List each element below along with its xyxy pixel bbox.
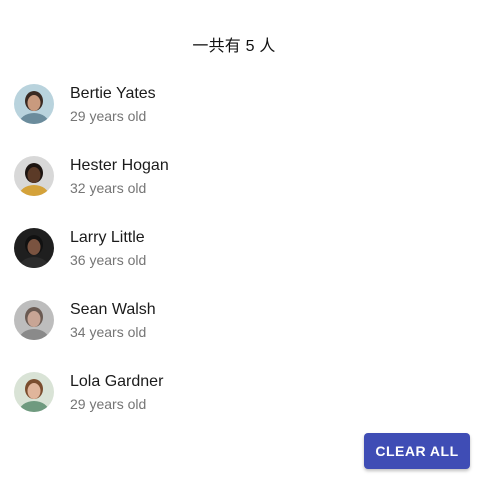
person-avatar-icon [14, 300, 54, 340]
people-count-title: 一共有 5 人 [192, 38, 276, 55]
list-item[interactable]: Hester Hogan 32 years old [0, 140, 494, 212]
person-name: Hester Hogan [70, 156, 169, 174]
person-age: 32 years old [70, 179, 147, 196]
list-item[interactable]: Lola Gardner 29 years old [0, 356, 494, 428]
person-avatar-icon [14, 156, 54, 196]
clear-all-button[interactable]: CLEAR ALL [364, 433, 470, 469]
list-item[interactable]: Bertie Yates 29 years old [0, 68, 494, 140]
person-avatar-icon [14, 228, 54, 268]
person-age: 36 years old [70, 251, 147, 268]
person-name: Sean Walsh [70, 300, 156, 318]
person-avatar-icon [14, 372, 54, 412]
person-age: 29 years old [70, 395, 147, 412]
person-age: 29 years old [70, 107, 147, 124]
list-item[interactable]: Larry Little 36 years old [0, 212, 494, 284]
person-age: 34 years old [70, 323, 147, 340]
avatar [14, 156, 54, 196]
list-item[interactable]: Sean Walsh 34 years old [0, 284, 494, 356]
person-name: Lola Gardner [70, 372, 164, 390]
person-name: Larry Little [70, 228, 145, 246]
avatar [14, 300, 54, 340]
person-name: Bertie Yates [70, 84, 156, 102]
avatar [14, 84, 54, 124]
avatar [14, 372, 54, 412]
people-list: Bertie Yates 29 years old Hester Hogan 3… [0, 68, 494, 428]
avatar [14, 228, 54, 268]
person-avatar-icon [14, 84, 54, 124]
